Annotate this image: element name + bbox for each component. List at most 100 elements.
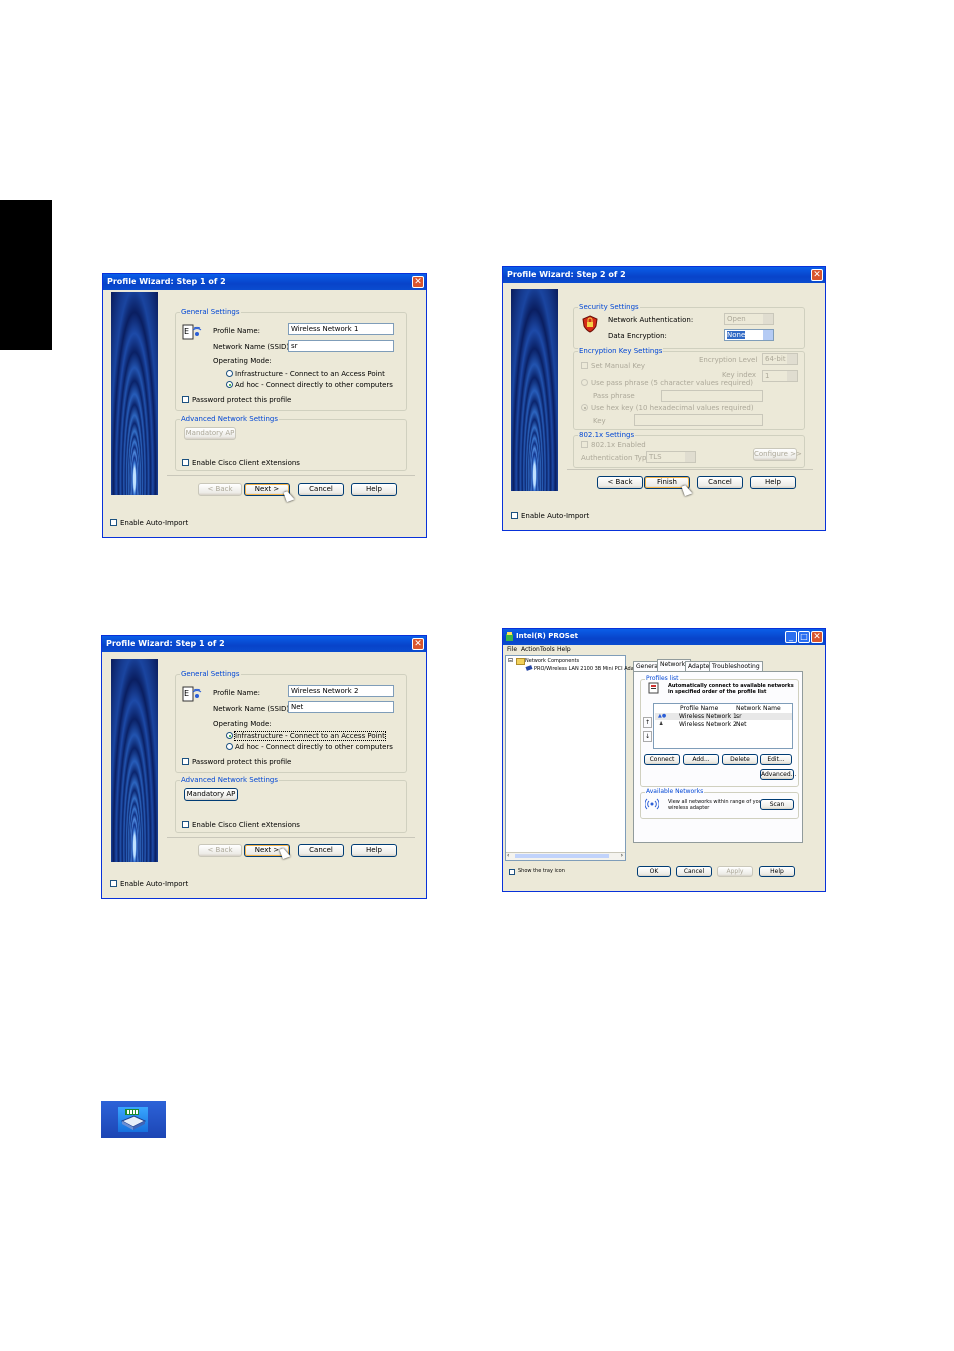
profile-name-field[interactable]: Wireless Network 2 [288, 685, 394, 697]
maximize-icon[interactable]: □ [798, 631, 810, 643]
ssid-field[interactable]: sr [288, 340, 394, 352]
auto-import-checkbox[interactable] [110, 519, 117, 526]
row-profile-name: Wireless Network 1 [679, 713, 737, 720]
separator [567, 469, 813, 470]
adhoc-label: Ad hoc - Connect directly to other compu… [235, 743, 393, 751]
table-row[interactable]: ▲● Wireless Network 1 sr [655, 713, 792, 720]
infrastructure-radio[interactable] [226, 732, 233, 739]
menu-action[interactable]: Action [521, 646, 540, 653]
cancel-button[interactable]: Cancel [298, 483, 344, 496]
menu-help[interactable]: Help [557, 646, 571, 653]
close-icon[interactable]: ✕ [412, 276, 424, 288]
tree-adapter-label[interactable]: PRO/Wireless LAN 2100 3B Mini PCI Ada [534, 666, 634, 672]
auth-type-label: Authentication Type [581, 454, 651, 462]
title-bar: Profile Wizard: Step 1 of 2 ✕ [103, 274, 426, 290]
tree-pane: ⊟ Network Components PRO/Wireless LAN 21… [505, 655, 634, 861]
mouse-cursor [283, 489, 295, 503]
auth-type-select[interactable]: TLS [646, 451, 696, 463]
move-down-icon[interactable]: ↓ [643, 731, 652, 742]
add-button[interactable]: Add... [683, 754, 719, 765]
move-up-icon[interactable]: ↑ [643, 717, 652, 728]
scroll-thumb[interactable] [515, 854, 609, 858]
close-icon[interactable]: ✕ [412, 638, 424, 650]
column-header-profile-name[interactable]: Profile Name [680, 705, 718, 712]
tree-root-label[interactable]: Network Components [525, 658, 579, 664]
password-protect-checkbox[interactable] [182, 758, 189, 765]
help-button[interactable]: Help [351, 844, 397, 857]
column-header-network-name[interactable]: Network Name [736, 705, 781, 712]
row-network-name: sr [736, 713, 742, 720]
adhoc-network-icon: ♟ [659, 721, 664, 727]
key-field[interactable] [634, 414, 763, 426]
advanced-button[interactable]: Advanced... [760, 769, 796, 780]
delete-button[interactable]: Delete [722, 754, 758, 765]
expand-icon[interactable]: ⊟ [508, 657, 513, 664]
svg-text:E: E [184, 689, 189, 698]
encryption-level-select[interactable]: 64-bit [762, 353, 798, 365]
select-value: 1 [765, 372, 770, 380]
profile-list-icon [648, 682, 659, 694]
security-shield-icon [582, 315, 598, 333]
cancel-button[interactable]: Cancel [676, 866, 712, 877]
wireless-tray-icon[interactable] [118, 1107, 148, 1132]
mandatory-ap-button[interactable]: Mandatory AP [184, 427, 236, 440]
profile-wizard-step1-window-2: Profile Wizard: Step 1 of 2 ✕ General Se… [101, 635, 427, 899]
use-pass-phrase-radio[interactable] [581, 379, 588, 386]
help-button[interactable]: Help [750, 476, 796, 489]
data-encryption-select[interactable]: None [724, 329, 774, 341]
pass-phrase-field[interactable] [661, 390, 763, 402]
back-button[interactable]: < Back [198, 844, 242, 857]
menu-file[interactable]: File [507, 646, 517, 653]
mandatory-ap-button[interactable]: Mandatory AP [184, 788, 238, 801]
key-index-select[interactable]: 1 [762, 370, 798, 382]
menu-tools[interactable]: Tools [540, 646, 555, 653]
table-row[interactable]: ♟ Wireless Network 2 Net [655, 721, 792, 728]
row-network-name: Net [736, 721, 747, 728]
network-auth-select[interactable]: Open [724, 313, 774, 325]
edit-button[interactable]: Edit... [760, 754, 792, 765]
use-hex-key-radio[interactable] [581, 404, 588, 411]
auto-import-label: Enable Auto-Import [521, 512, 590, 520]
ok-button[interactable]: OK [637, 866, 671, 877]
ssid-label: Network Name (SSID): [213, 343, 292, 351]
adhoc-radio[interactable] [226, 381, 233, 388]
cisco-extensions-checkbox[interactable] [182, 821, 189, 828]
window-title: Profile Wizard: Step 2 of 2 [507, 270, 626, 279]
apply-button[interactable]: Apply [717, 866, 753, 877]
help-button[interactable]: Help [759, 866, 795, 877]
scan-button[interactable]: Scan [760, 799, 794, 810]
infrastructure-label: Infrastructure - Connect to an Access Po… [235, 370, 385, 378]
ssid-field[interactable]: Net [288, 701, 394, 713]
auto-import-label: Enable Auto-Import [120, 519, 189, 527]
connect-button[interactable]: Connect [644, 754, 680, 765]
cancel-button[interactable]: Cancel [697, 476, 743, 489]
back-button[interactable]: < Back [597, 476, 643, 489]
back-button[interactable]: < Back [198, 483, 242, 496]
intel-proset-window: Intel(R) PROSet _ □ ✕ File Action Tools … [502, 628, 826, 892]
close-icon[interactable]: ✕ [811, 269, 823, 281]
minimize-icon[interactable]: _ [785, 631, 797, 643]
set-manual-key-checkbox[interactable] [581, 362, 588, 369]
cisco-extensions-checkbox[interactable] [182, 459, 189, 466]
close-icon[interactable]: ✕ [811, 631, 823, 643]
wizard-side-art [111, 292, 158, 495]
tab-troubleshooting[interactable]: Troubleshooting [709, 661, 763, 671]
cancel-button[interactable]: Cancel [298, 844, 344, 857]
tree-horizontal-scrollbar[interactable]: ‹ › [506, 852, 625, 860]
help-button[interactable]: Help [351, 483, 397, 496]
adhoc-radio[interactable] [226, 743, 233, 750]
system-tray [101, 1101, 166, 1138]
show-tray-icon-checkbox[interactable] [509, 869, 515, 875]
auto-import-checkbox[interactable] [511, 512, 518, 519]
profile-name-field[interactable]: Wireless Network 1 [288, 323, 394, 335]
configure-button[interactable]: Configure >> [753, 448, 802, 461]
password-protect-checkbox[interactable] [182, 396, 189, 403]
auto-import-checkbox[interactable] [110, 880, 117, 887]
separator [167, 837, 415, 838]
infrastructure-label: Infrastructure - Connect to an Access Po… [234, 731, 386, 741]
8021x-enabled-checkbox[interactable] [581, 441, 588, 448]
ssid-label: Network Name (SSID): [213, 705, 292, 713]
infrastructure-radio[interactable] [226, 370, 233, 377]
scroll-right-icon[interactable]: › [621, 852, 623, 859]
scroll-left-icon[interactable]: ‹ [507, 852, 509, 859]
